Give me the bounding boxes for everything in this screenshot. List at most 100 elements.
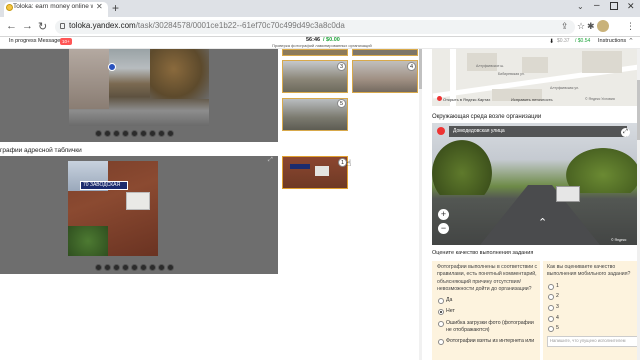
thumbnail-number: 3 <box>337 62 346 71</box>
profile-avatar[interactable] <box>597 20 609 32</box>
zoom-out-control-icon[interactable] <box>104 264 111 271</box>
road-sign-icon <box>108 63 116 71</box>
environment-title: Окружающая среда возле организации <box>432 114 542 120</box>
panorama-copyright: © Яндекс <box>611 238 627 242</box>
toloka-favicon-icon <box>6 4 13 11</box>
tab-close-icon[interactable]: ✕ <box>96 2 103 11</box>
radio-no[interactable] <box>438 309 444 315</box>
option-no[interactable]: Нет <box>446 308 455 315</box>
collapse-icon[interactable]: ⌃ <box>628 37 634 45</box>
zoom-out-button[interactable]: − <box>438 223 449 234</box>
thumbnail-number: 5 <box>337 99 346 108</box>
fullscreen-icon[interactable]: ⤢ <box>621 128 630 137</box>
photo-building <box>69 49 109 109</box>
radio-rating-1[interactable] <box>548 284 554 290</box>
left-scrollbar-thumb[interactable] <box>419 49 422 89</box>
photo-thumbnail[interactable] <box>282 49 348 56</box>
flip-control-icon[interactable] <box>131 264 138 271</box>
rating-option-4[interactable]: 4 <box>556 315 559 322</box>
left-scrollbar[interactable] <box>419 49 422 360</box>
share-icon[interactable]: ⇪ <box>561 21 569 32</box>
window-close-icon[interactable]: ✕ <box>627 1 635 12</box>
fit-control-icon[interactable] <box>149 130 156 137</box>
map-pin-icon <box>437 96 442 101</box>
radio-upload-error[interactable] <box>438 321 444 327</box>
rating-title: Оцените качество выполнения задания <box>432 250 534 256</box>
download-icon[interactable]: ⬇ <box>549 38 554 45</box>
comment-placeholder: Напишите, что упущено исполнителем <box>550 338 626 343</box>
minimize-icon[interactable]: – <box>594 0 600 11</box>
panorama-direction-arrow-icon[interactable]: ⌃ <box>538 216 547 229</box>
maximize-icon[interactable] <box>610 2 618 10</box>
map-label: Алтуфьевское ш. <box>476 64 505 68</box>
instructions-link[interactable]: Instructions <box>598 38 626 44</box>
rotate-left-control-icon[interactable] <box>113 130 120 137</box>
radio-rating-5[interactable] <box>548 326 554 332</box>
option-upload-error[interactable]: Ошибка загрузки фото (фотографии не отоб… <box>446 320 538 334</box>
photo-plant <box>68 226 108 256</box>
lock-icon[interactable] <box>60 23 65 29</box>
url-text[interactable]: toloka.yandex.com/task/30284578/0001ce1b… <box>69 21 345 30</box>
expand-icon[interactable]: ⤢ <box>268 157 273 164</box>
reset-control-icon[interactable] <box>140 130 147 137</box>
in-progress-link[interactable]: In progress <box>9 38 37 44</box>
section-title: графии адресной таблички <box>0 147 82 154</box>
thumbnail-number: 4 <box>407 62 416 71</box>
rating-option-5[interactable]: 5 <box>556 325 559 332</box>
back-icon[interactable]: ← <box>6 20 17 32</box>
map-copyright: © Яндекс Условия <box>585 97 615 101</box>
balance: $0.37 <box>557 38 570 44</box>
thumbnail-air-conditioner <box>315 166 329 176</box>
report-error-link[interactable]: Исправить неточность <box>511 97 553 102</box>
download-control-icon[interactable] <box>167 264 174 271</box>
photo-thumbnail[interactable] <box>352 49 418 56</box>
rating-option-1[interactable]: 1 <box>556 283 559 290</box>
photo-controls-2 <box>95 264 174 272</box>
play-control-icon[interactable] <box>158 264 165 271</box>
air-conditioner <box>126 192 150 210</box>
radio-internet-photos[interactable] <box>438 339 444 345</box>
question-2-text: Как вы оцениваете качество выполнения мо… <box>547 264 631 278</box>
zoom-out-control-icon[interactable] <box>104 130 111 137</box>
rating-option-2[interactable]: 2 <box>556 293 559 300</box>
download-control-icon[interactable] <box>167 130 174 137</box>
radio-rating-3[interactable] <box>548 305 554 311</box>
radio-rating-4[interactable] <box>548 316 554 322</box>
tab-title: Toloka: earn money online with ... <box>13 3 93 10</box>
zoom-in-button[interactable]: + <box>438 209 449 220</box>
forward-icon[interactable]: → <box>22 20 33 32</box>
zoom-in-control-icon[interactable] <box>95 130 102 137</box>
flip-control-icon[interactable] <box>131 130 138 137</box>
thumbnail-address-plate <box>290 164 310 169</box>
rotate-right-control-icon[interactable] <box>122 130 129 137</box>
star-icon[interactable]: ☆ <box>577 21 585 32</box>
rotate-right-control-icon[interactable] <box>122 264 129 271</box>
open-in-maps-link[interactable]: Открыть в Яндекс.Картах <box>443 97 490 102</box>
reload-icon[interactable]: ↻ <box>38 20 47 33</box>
play-control-icon[interactable] <box>158 130 165 137</box>
photo-controls-1 <box>95 130 174 138</box>
panorama-street-label: Домодедовская улица <box>449 126 627 137</box>
panorama-trees <box>432 140 492 195</box>
address-plate-text: 70 ЗАВОДСКАЯ <box>83 182 121 188</box>
option-internet-photos[interactable]: Фотографии взяты из интернета или <box>446 338 538 345</box>
extension-icon[interactable]: ✱ <box>587 21 595 32</box>
new-tab-icon[interactable]: + <box>112 1 119 15</box>
mouse-cursor-icon: ☝ <box>346 158 352 168</box>
map-label: Алтуфьевская ул. <box>550 86 580 90</box>
radio-yes[interactable] <box>438 298 444 304</box>
zoom-in-control-icon[interactable] <box>95 264 102 271</box>
radio-rating-2[interactable] <box>548 294 554 300</box>
yandex-logo-icon <box>437 127 445 135</box>
fit-control-icon[interactable] <box>149 264 156 271</box>
menu-icon[interactable]: ⋮ <box>626 21 635 32</box>
rating-option-3[interactable]: 3 <box>556 304 559 311</box>
tab-search-chevron-icon[interactable]: ⌄ <box>577 2 584 11</box>
option-yes[interactable]: Да <box>446 297 452 304</box>
rotate-left-control-icon[interactable] <box>113 264 120 271</box>
messages-badge: 10+ <box>60 38 72 45</box>
photo-tree <box>150 49 209 99</box>
reset-control-icon[interactable] <box>140 264 147 271</box>
panorama-truck <box>556 186 580 202</box>
url-path: /task/30284578/0001ce1b22--61ef70c70c499… <box>135 21 345 30</box>
